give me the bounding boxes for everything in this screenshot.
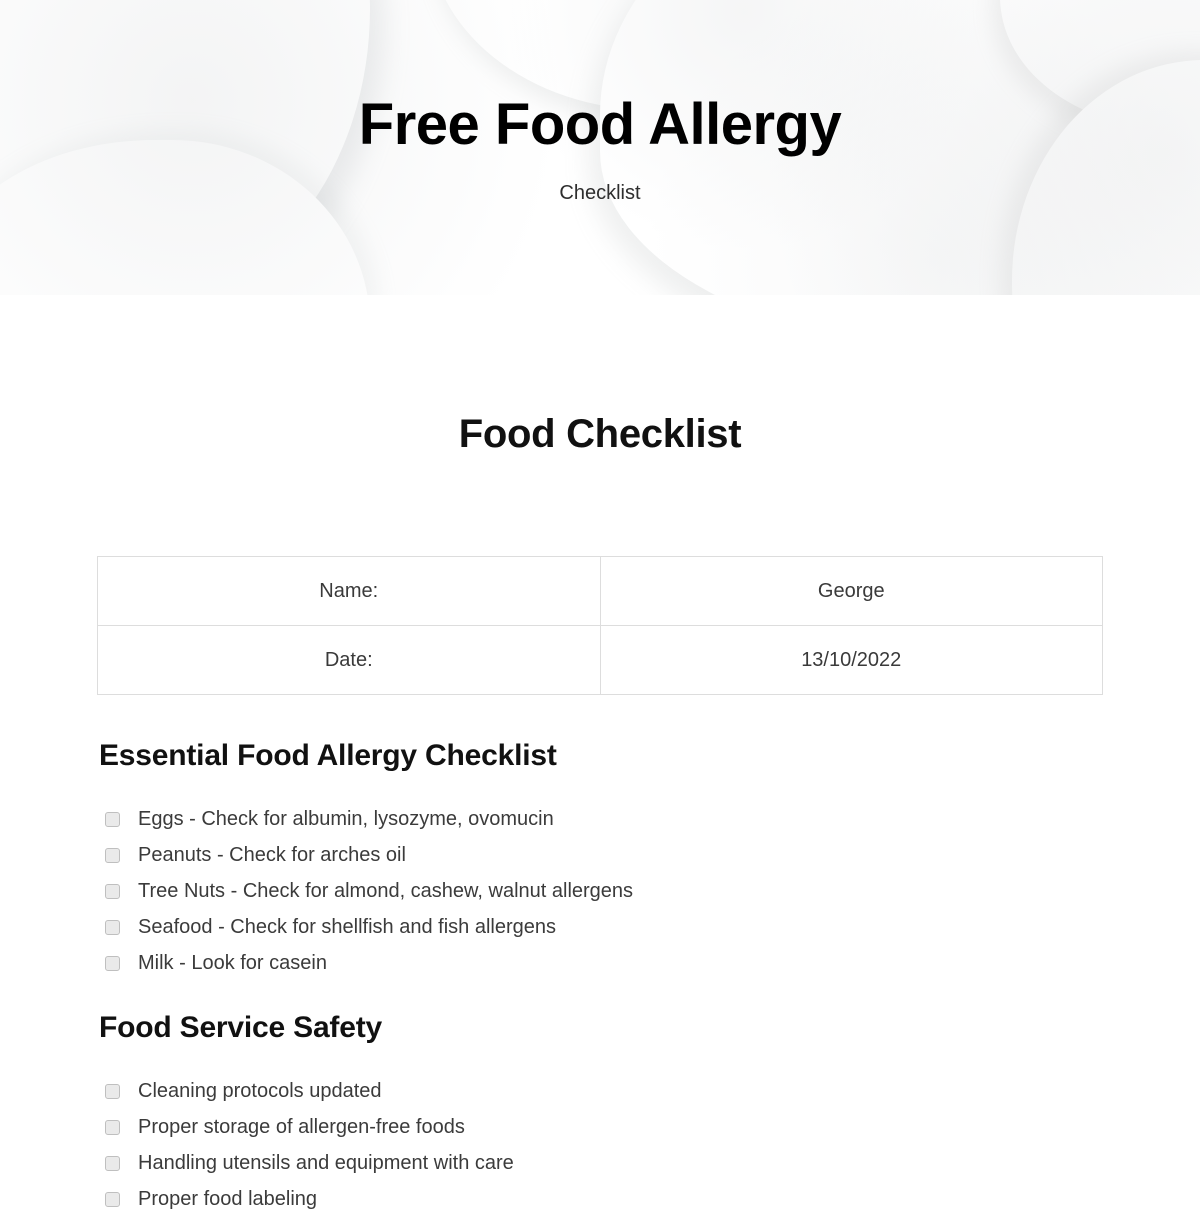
banner-text-block: Free Food Allergy Checklist (0, 0, 1200, 206)
checkbox-icon[interactable] (105, 919, 120, 935)
checkbox-icon[interactable] (105, 883, 120, 899)
list-item[interactable]: Tree Nuts - Check for almond, cashew, wa… (97, 873, 1103, 909)
list-item[interactable]: Seafood - Check for shellfish and fish a… (97, 909, 1103, 945)
list-item[interactable]: Proper storage of allergen-free foods (97, 1109, 1103, 1145)
checkbox-icon[interactable] (105, 1155, 120, 1171)
page-title: Food Checklist (458, 412, 742, 456)
section-heading: Essential Food Allergy Checklist (99, 739, 557, 772)
list-item-label: Proper storage of allergen-free foods (138, 1116, 465, 1138)
list-item-label: Proper food labeling (138, 1188, 318, 1210)
list-item[interactable]: Cleaning protocols updated (97, 1073, 1103, 1109)
list-item-label: Tree Nuts - Check for almond, cashew, wa… (138, 880, 634, 902)
list-item[interactable]: Peanuts - Check for arches oil (97, 837, 1103, 873)
checkbox-icon[interactable] (105, 847, 120, 863)
list-item[interactable]: Milk - Look for casein (97, 945, 1103, 981)
list-item-label: Seafood - Check for shellfish and fish a… (138, 916, 557, 938)
header-banner: Free Food Allergy Checklist (0, 0, 1200, 295)
checkbox-icon[interactable] (105, 1119, 120, 1135)
info-table: Name: George Date: 13/10/2022 (97, 556, 1103, 695)
list-item-label: Milk - Look for casein (138, 952, 327, 974)
checkbox-icon[interactable] (105, 1083, 120, 1099)
checklist-essential: Eggs - Check for albumin, lysozyme, ovom… (97, 779, 1103, 981)
list-item-label: Eggs - Check for albumin, lysozyme, ovom… (138, 808, 554, 830)
info-label-date: Date: (97, 625, 601, 695)
checkbox-icon[interactable] (105, 955, 120, 971)
banner-subtitle: Checklist (559, 182, 641, 204)
table-row: Date: 13/10/2022 (97, 625, 1103, 695)
info-value-date[interactable]: 13/10/2022 (599, 625, 1103, 695)
document-sheet: Food Checklist Name: George Date: 13/10/… (0, 295, 1200, 1217)
list-item[interactable]: Proper food labeling (97, 1181, 1103, 1217)
list-item-label: Peanuts - Check for arches oil (138, 844, 406, 866)
checklist-sections: Essential Food Allergy Checklist Eggs - … (97, 695, 1103, 1217)
checkbox-icon[interactable] (105, 811, 120, 827)
info-table-container: Name: George Date: 13/10/2022 (97, 458, 1103, 695)
list-item[interactable]: Eggs - Check for albumin, lysozyme, ovom… (97, 801, 1103, 837)
table-row: Name: George (97, 556, 1103, 626)
info-table-body: Name: George Date: 13/10/2022 (97, 556, 1103, 695)
list-item[interactable]: Handling utensils and equipment with car… (97, 1145, 1103, 1181)
info-value-name[interactable]: George (599, 556, 1103, 626)
section-food-service-safety: Food Service Safety Cleaning protocols u… (97, 1007, 1103, 1217)
info-label-name: Name: (97, 556, 601, 626)
section-essential-food-allergy-checklist: Essential Food Allergy Checklist Eggs - … (97, 735, 1103, 981)
banner-title: Free Food Allergy (358, 92, 842, 157)
section-heading: Food Service Safety (99, 1011, 382, 1044)
checkbox-icon[interactable] (105, 1191, 120, 1207)
list-item-label: Handling utensils and equipment with car… (138, 1152, 514, 1174)
checklist-food-service-safety: Cleaning protocols updated Proper storag… (97, 1051, 1103, 1217)
list-item-label: Cleaning protocols updated (138, 1080, 382, 1102)
